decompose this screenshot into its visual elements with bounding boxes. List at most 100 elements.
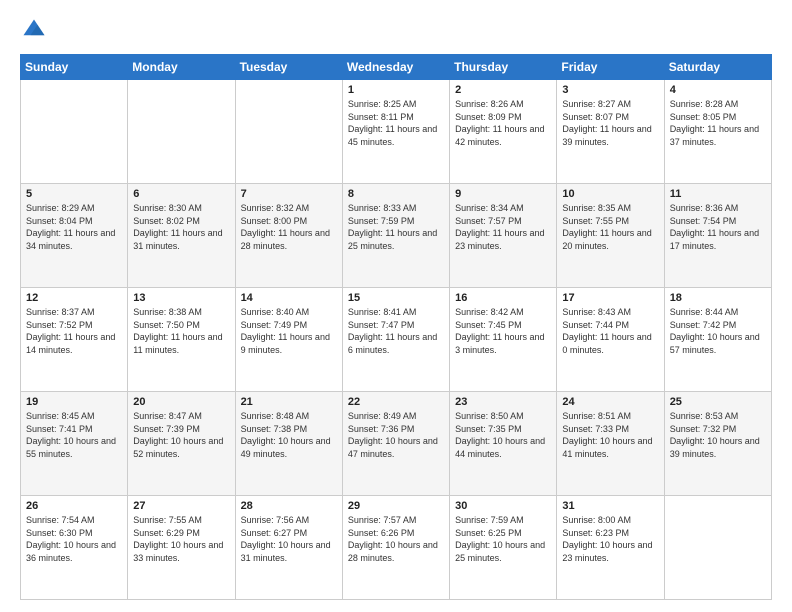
calendar-cell: 25 Sunrise: 8:53 AMSunset: 7:32 PMDayligh…	[664, 392, 771, 496]
day-number: 6	[133, 188, 229, 200]
day-info: Sunrise: 8:34 AMSunset: 7:57 PMDaylight:…	[455, 202, 551, 252]
day-number: 3	[562, 84, 658, 96]
calendar-cell: 31Sunrise: 8:00 AMSunset: 6:23 PMDayligh…	[557, 496, 664, 600]
week-row-5: 26 Sunrise: 7:54 AMSunset: 6:30 PMDayligh…	[21, 496, 772, 600]
calendar-cell: 29 Sunrise: 7:57 AMSunset: 6:26 PMDayligh…	[342, 496, 449, 600]
day-info: Sunrise: 8:50 AMSunset: 7:35 PMDaylight:…	[455, 410, 551, 460]
calendar-cell: 10 Sunrise: 8:35 AMSunset: 7:55 PMDayligh…	[557, 184, 664, 288]
day-info: Sunrise: 8:44 AMSunset: 7:42 PMDaylight:…	[670, 306, 766, 356]
day-info: Sunrise: 8:47 AMSunset: 7:39 PMDaylight:…	[133, 410, 229, 460]
day-number: 28	[241, 500, 337, 512]
week-row-1: 1Sunrise: 8:25 AMSunset: 8:11 PMDaylight…	[21, 80, 772, 184]
calendar-cell: 18 Sunrise: 8:44 AMSunset: 7:42 PMDayligh…	[664, 288, 771, 392]
weekday-header-wednesday: Wednesday	[342, 55, 449, 80]
weekday-header-sunday: Sunday	[21, 55, 128, 80]
weekday-header-saturday: Saturday	[664, 55, 771, 80]
day-info: Sunrise: 8:42 AMSunset: 7:45 PMDaylight:…	[455, 306, 551, 356]
calendar-cell: 11 Sunrise: 8:36 AMSunset: 7:54 PMDayligh…	[664, 184, 771, 288]
day-info: Sunrise: 8:49 AMSunset: 7:36 PMDaylight:…	[348, 410, 444, 460]
week-row-4: 19 Sunrise: 8:45 AMSunset: 7:41 PMDayligh…	[21, 392, 772, 496]
day-info: Sunrise: 8:45 AMSunset: 7:41 PMDaylight:…	[26, 410, 122, 460]
calendar-cell: 16Sunrise: 8:42 AMSunset: 7:45 PMDayligh…	[450, 288, 557, 392]
day-info: Sunrise: 8:35 AMSunset: 7:55 PMDaylight:…	[562, 202, 658, 252]
calendar-cell: 4 Sunrise: 8:28 AMSunset: 8:05 PMDaylight…	[664, 80, 771, 184]
day-info: Sunrise: 8:29 AMSunset: 8:04 PMDaylight:…	[26, 202, 122, 252]
day-info: Sunrise: 7:55 AMSunset: 6:29 PMDaylight:…	[133, 514, 229, 564]
day-info: Sunrise: 8:36 AMSunset: 7:54 PMDaylight:…	[670, 202, 766, 252]
day-number: 14	[241, 292, 337, 304]
header	[20, 16, 772, 44]
day-info: Sunrise: 8:28 AMSunset: 8:05 PMDaylight:…	[670, 98, 766, 148]
weekday-header-thursday: Thursday	[450, 55, 557, 80]
day-info: Sunrise: 7:56 AMSunset: 6:27 PMDaylight:…	[241, 514, 337, 564]
day-info: Sunrise: 8:40 AMSunset: 7:49 PMDaylight:…	[241, 306, 337, 356]
calendar-cell: 7 Sunrise: 8:32 AMSunset: 8:00 PMDaylight…	[235, 184, 342, 288]
day-number: 8	[348, 188, 444, 200]
day-number: 17	[562, 292, 658, 304]
calendar-cell: 6 Sunrise: 8:30 AMSunset: 8:02 PMDaylight…	[128, 184, 235, 288]
day-number: 15	[348, 292, 444, 304]
week-row-3: 12 Sunrise: 8:37 AMSunset: 7:52 PMDayligh…	[21, 288, 772, 392]
calendar-cell: 21 Sunrise: 8:48 AMSunset: 7:38 PMDayligh…	[235, 392, 342, 496]
day-info: Sunrise: 8:38 AMSunset: 7:50 PMDaylight:…	[133, 306, 229, 356]
logo	[20, 16, 52, 44]
calendar-cell: 12 Sunrise: 8:37 AMSunset: 7:52 PMDayligh…	[21, 288, 128, 392]
day-info: Sunrise: 8:41 AMSunset: 7:47 PMDaylight:…	[348, 306, 444, 356]
day-number: 22	[348, 396, 444, 408]
day-number: 12	[26, 292, 122, 304]
day-number: 27	[133, 500, 229, 512]
day-number: 11	[670, 188, 766, 200]
calendar-cell: 19 Sunrise: 8:45 AMSunset: 7:41 PMDayligh…	[21, 392, 128, 496]
day-number: 20	[133, 396, 229, 408]
day-number: 19	[26, 396, 122, 408]
calendar-cell: 27 Sunrise: 7:55 AMSunset: 6:29 PMDayligh…	[128, 496, 235, 600]
day-number: 5	[26, 188, 122, 200]
calendar-cell	[235, 80, 342, 184]
calendar-cell: 8 Sunrise: 8:33 AMSunset: 7:59 PMDaylight…	[342, 184, 449, 288]
weekday-header-row: SundayMondayTuesdayWednesdayThursdayFrid…	[21, 55, 772, 80]
day-number: 7	[241, 188, 337, 200]
day-info: Sunrise: 8:26 AMSunset: 8:09 PMDaylight:…	[455, 98, 551, 148]
day-number: 23	[455, 396, 551, 408]
day-number: 21	[241, 396, 337, 408]
day-info: Sunrise: 8:51 AMSunset: 7:33 PMDaylight:…	[562, 410, 658, 460]
day-info: Sunrise: 8:32 AMSunset: 8:00 PMDaylight:…	[241, 202, 337, 252]
day-number: 10	[562, 188, 658, 200]
day-number: 26	[26, 500, 122, 512]
calendar-cell	[664, 496, 771, 600]
calendar-cell: 1Sunrise: 8:25 AMSunset: 8:11 PMDaylight…	[342, 80, 449, 184]
calendar-cell: 23 Sunrise: 8:50 AMSunset: 7:35 PMDayligh…	[450, 392, 557, 496]
day-number: 25	[670, 396, 766, 408]
day-info: Sunrise: 8:48 AMSunset: 7:38 PMDaylight:…	[241, 410, 337, 460]
day-number: 2	[455, 84, 551, 96]
calendar-cell: 30Sunrise: 7:59 AMSunset: 6:25 PMDayligh…	[450, 496, 557, 600]
day-info: Sunrise: 7:54 AMSunset: 6:30 PMDaylight:…	[26, 514, 122, 564]
day-info: Sunrise: 8:43 AMSunset: 7:44 PMDaylight:…	[562, 306, 658, 356]
calendar-cell: 17 Sunrise: 8:43 AMSunset: 7:44 PMDayligh…	[557, 288, 664, 392]
calendar-cell: 2 Sunrise: 8:26 AMSunset: 8:09 PMDaylight…	[450, 80, 557, 184]
day-info: Sunrise: 8:33 AMSunset: 7:59 PMDaylight:…	[348, 202, 444, 252]
day-info: Sunrise: 7:57 AMSunset: 6:26 PMDaylight:…	[348, 514, 444, 564]
day-number: 31	[562, 500, 658, 512]
day-number: 30	[455, 500, 551, 512]
day-number: 29	[348, 500, 444, 512]
day-info: Sunrise: 8:37 AMSunset: 7:52 PMDaylight:…	[26, 306, 122, 356]
calendar-cell: 14 Sunrise: 8:40 AMSunset: 7:49 PMDayligh…	[235, 288, 342, 392]
day-number: 4	[670, 84, 766, 96]
weekday-header-friday: Friday	[557, 55, 664, 80]
week-row-2: 5 Sunrise: 8:29 AMSunset: 8:04 PMDaylight…	[21, 184, 772, 288]
calendar-cell: 28 Sunrise: 7:56 AMSunset: 6:27 PMDayligh…	[235, 496, 342, 600]
day-info: Sunrise: 8:27 AMSunset: 8:07 PMDaylight:…	[562, 98, 658, 148]
page: SundayMondayTuesdayWednesdayThursdayFrid…	[0, 0, 792, 612]
calendar-cell: 24 Sunrise: 8:51 AMSunset: 7:33 PMDayligh…	[557, 392, 664, 496]
calendar-cell: 20 Sunrise: 8:47 AMSunset: 7:39 PMDayligh…	[128, 392, 235, 496]
day-info: Sunrise: 8:53 AMSunset: 7:32 PMDaylight:…	[670, 410, 766, 460]
day-info: Sunrise: 8:30 AMSunset: 8:02 PMDaylight:…	[133, 202, 229, 252]
day-number: 24	[562, 396, 658, 408]
calendar-cell: 26 Sunrise: 7:54 AMSunset: 6:30 PMDayligh…	[21, 496, 128, 600]
logo-icon	[20, 16, 48, 44]
calendar-cell	[128, 80, 235, 184]
day-number: 18	[670, 292, 766, 304]
day-info: Sunrise: 8:25 AMSunset: 8:11 PMDaylight:…	[348, 98, 444, 148]
calendar-cell: 22 Sunrise: 8:49 AMSunset: 7:36 PMDayligh…	[342, 392, 449, 496]
